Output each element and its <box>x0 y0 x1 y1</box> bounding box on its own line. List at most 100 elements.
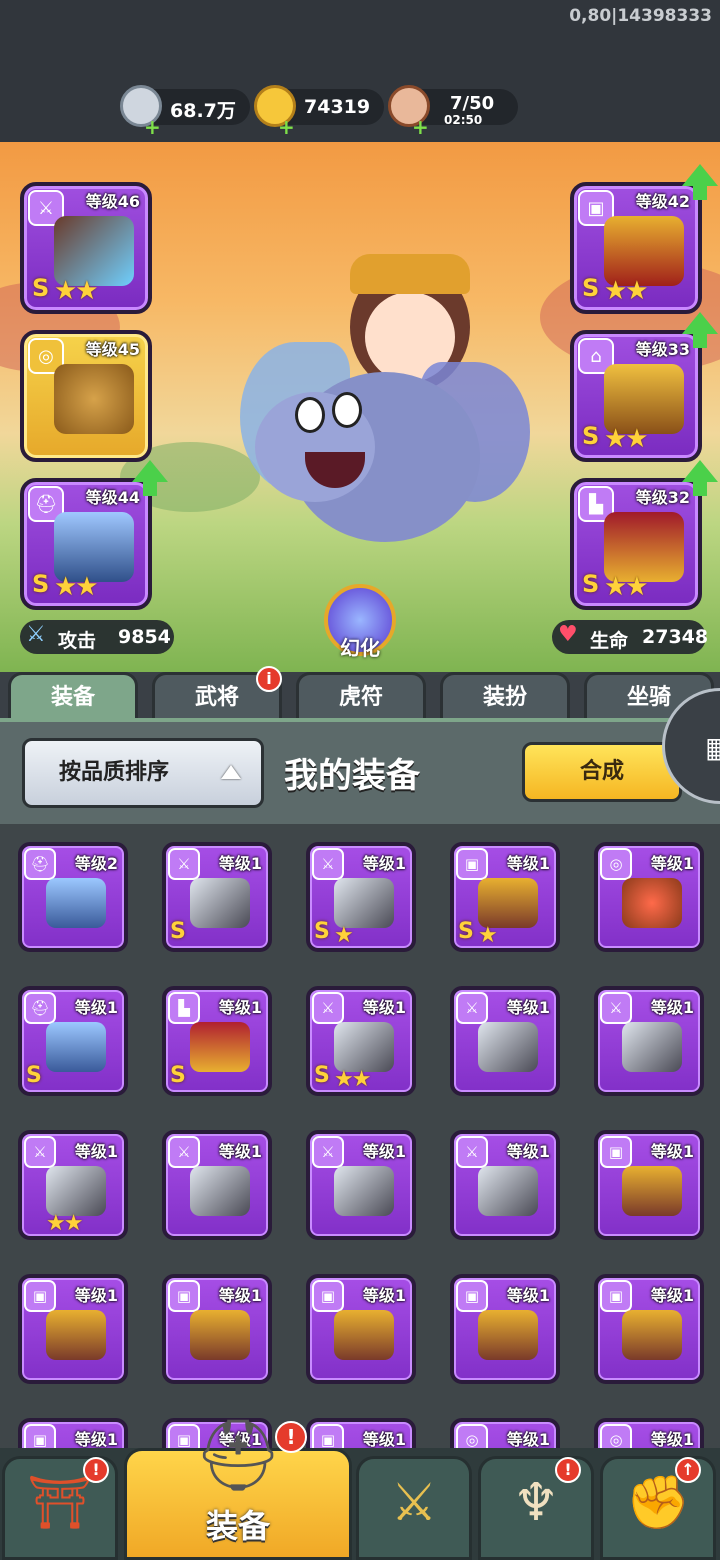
inventory-item[interactable]: ⛑ 等级2 <box>18 842 128 952</box>
add-gold-icon[interactable]: + <box>278 117 295 137</box>
inventory-item[interactable]: ◎ 等级1 <box>594 842 704 952</box>
weapon-icon: ⚔ <box>312 848 344 880</box>
inventory-item[interactable]: ⚔ 等级1 <box>450 1130 560 1240</box>
tab-outfit[interactable]: 装扮 <box>440 672 570 718</box>
star-rating: ★★ <box>604 276 649 306</box>
upgrade-arrow-icon <box>132 460 168 496</box>
hero-crown <box>350 254 470 294</box>
item-level: 等级1 <box>218 854 262 873</box>
item-art <box>190 878 250 928</box>
equip-slot-shoulder[interactable]: ⌂ 等级33 S ★★ <box>570 330 702 462</box>
inventory-item[interactable]: ▣ 等级1 S ★ <box>450 842 560 952</box>
item-level: 等级1 <box>506 1142 550 1161</box>
item-art <box>478 878 538 928</box>
item-level: 等级1 <box>362 998 406 1017</box>
inventory-item[interactable]: ▣ 等级1 <box>162 1274 272 1384</box>
item-art <box>622 1022 682 1072</box>
item-art <box>334 1310 394 1360</box>
weapon-icon: ⚔ <box>456 992 488 1024</box>
equip-slot-weapon[interactable]: ⚔ 等级46 S ★★ <box>20 182 152 314</box>
silver-resource[interactable]: + 68.7万 <box>120 85 250 137</box>
combine-button[interactable]: 合成 <box>522 742 682 802</box>
add-stamina-icon[interactable]: + <box>412 117 429 137</box>
nav-battle[interactable]: ⚔ <box>356 1456 472 1560</box>
stamina-resource[interactable]: + 7/50 02:50 <box>388 85 518 137</box>
gold-resource[interactable]: + 74319 <box>254 85 384 137</box>
item-art <box>190 1310 250 1360</box>
item-art <box>190 1166 250 1216</box>
nav-upgrade[interactable]: ✊ ↑ <box>600 1456 716 1560</box>
inventory-item[interactable]: ▙ 等级1 S <box>162 986 272 1096</box>
tab-tiger-tally[interactable]: 虎符 <box>296 672 426 718</box>
equip-slot-armor[interactable]: ▣ 等级42 S ★★ <box>570 182 702 314</box>
item-level: 等级1 <box>506 1286 550 1305</box>
medal-icon: ◎ <box>600 848 632 880</box>
inventory-item[interactable]: ⚔ 等级1 S <box>162 842 272 952</box>
upgrade-arrow-icon <box>682 460 718 496</box>
heart-icon: ♥ <box>558 622 578 647</box>
inventory-item[interactable]: ⚔ 等级1 S ★★ <box>306 986 416 1096</box>
inventory-item[interactable]: ▣ 等级1 <box>306 1274 416 1384</box>
hp-label: 生命 <box>590 630 629 652</box>
armor-icon: ▣ <box>168 1280 200 1312</box>
item-level: 等级1 <box>362 1286 406 1305</box>
grade-badge: S <box>170 919 186 944</box>
item-art <box>334 1166 394 1216</box>
equipment-panel-header: 按品质排序 我的装备 合成 <box>0 718 720 824</box>
item-level: 等级1 <box>650 998 694 1017</box>
weapon-icon: ⚔ <box>168 848 200 880</box>
equip-slot-boots[interactable]: ▙ 等级32 S ★★ <box>570 478 702 610</box>
transform-button[interactable]: 幻化 <box>324 584 396 660</box>
top-bar: 0,80|14398333 + 68.7万 + 74319 + 7/50 02:… <box>0 0 720 142</box>
item-art <box>622 1310 682 1360</box>
inventory-item[interactable]: ▣ 等级1 <box>450 1274 560 1384</box>
inventory-item[interactable]: ⚔ 等级1 ★★ <box>18 1130 128 1240</box>
inventory-item[interactable]: ⚔ 等级1 <box>450 986 560 1096</box>
attack-label: 攻击 <box>58 630 97 652</box>
attack-stat: ⚔ 攻击 9854 <box>20 620 174 654</box>
grade-badge: S <box>458 919 474 944</box>
inventory-item[interactable]: ⚔ 等级1 <box>306 1130 416 1240</box>
attack-value: 9854 <box>118 626 171 648</box>
inventory-item[interactable]: ⚔ 等级1 S ★ <box>306 842 416 952</box>
nav-equipment[interactable]: ⛑ 装备 ! <box>124 1420 352 1560</box>
upgrade-arrow-icon <box>682 312 718 348</box>
slot-level: 等级42 <box>635 192 690 211</box>
add-silver-icon[interactable]: + <box>144 117 161 137</box>
star-rating: ★★ <box>46 1211 83 1236</box>
equip-slot-medal[interactable]: ◎ 等级45 <box>20 330 152 462</box>
elephant-eye <box>295 397 325 433</box>
sort-label: 按品质排序 <box>59 760 170 785</box>
inventory-grid: ⛑ 等级2 ⚔ 等级1 S ⚔ 等级1 S ★ ▣ 等级1 S ★ ◎ 等级1 ⛑ 等级1 S ▙ 等级1 S ⚔ 等级1 S… <box>0 824 720 1460</box>
item-level: 等级1 <box>506 998 550 1017</box>
tab-equipment[interactable]: 装备 <box>8 672 138 718</box>
notification-badge: ! <box>83 1457 109 1483</box>
nav-horn[interactable]: ♆ ! <box>478 1456 594 1560</box>
inventory-item[interactable]: ▣ 等级1 <box>594 1130 704 1240</box>
inventory-item[interactable]: ⚔ 等级1 <box>594 986 704 1096</box>
weapon-icon: ⚔ <box>600 992 632 1024</box>
sort-dropdown[interactable]: 按品质排序 <box>22 738 264 808</box>
item-level: 等级1 <box>650 1142 694 1161</box>
star-rating: ★★ <box>604 424 649 454</box>
inventory-item[interactable]: ▣ 等级1 <box>18 1274 128 1384</box>
weapon-icon: ⚔ <box>24 1136 56 1168</box>
item-level: 等级1 <box>74 1430 118 1449</box>
item-art <box>46 1310 106 1360</box>
slot-level: 等级45 <box>85 340 140 359</box>
item-level: 等级1 <box>362 1430 406 1449</box>
equip-slot-helmet[interactable]: ⛑ 等级44 S ★★ <box>20 478 152 610</box>
helmet-icon: ⛑ <box>193 1414 283 1496</box>
weapon-icon: ⚔ <box>312 992 344 1024</box>
build-info: 0,80|14398333 <box>569 6 712 26</box>
grade-badge: S <box>582 570 600 598</box>
star-rating: ★★ <box>54 276 99 306</box>
inventory-item[interactable]: ▣ 等级1 <box>594 1274 704 1384</box>
inventory-item[interactable]: ⚔ 等级1 <box>162 1130 272 1240</box>
inventory-item[interactable]: ⛑ 等级1 S <box>18 986 128 1096</box>
weapon-icon: ⚔ <box>312 1136 344 1168</box>
item-level: 等级1 <box>362 854 406 873</box>
hp-value: 27348 <box>642 626 709 648</box>
weapon-icon: ⚔ <box>168 1136 200 1168</box>
nav-shop[interactable]: ⛩ ! <box>2 1456 118 1560</box>
